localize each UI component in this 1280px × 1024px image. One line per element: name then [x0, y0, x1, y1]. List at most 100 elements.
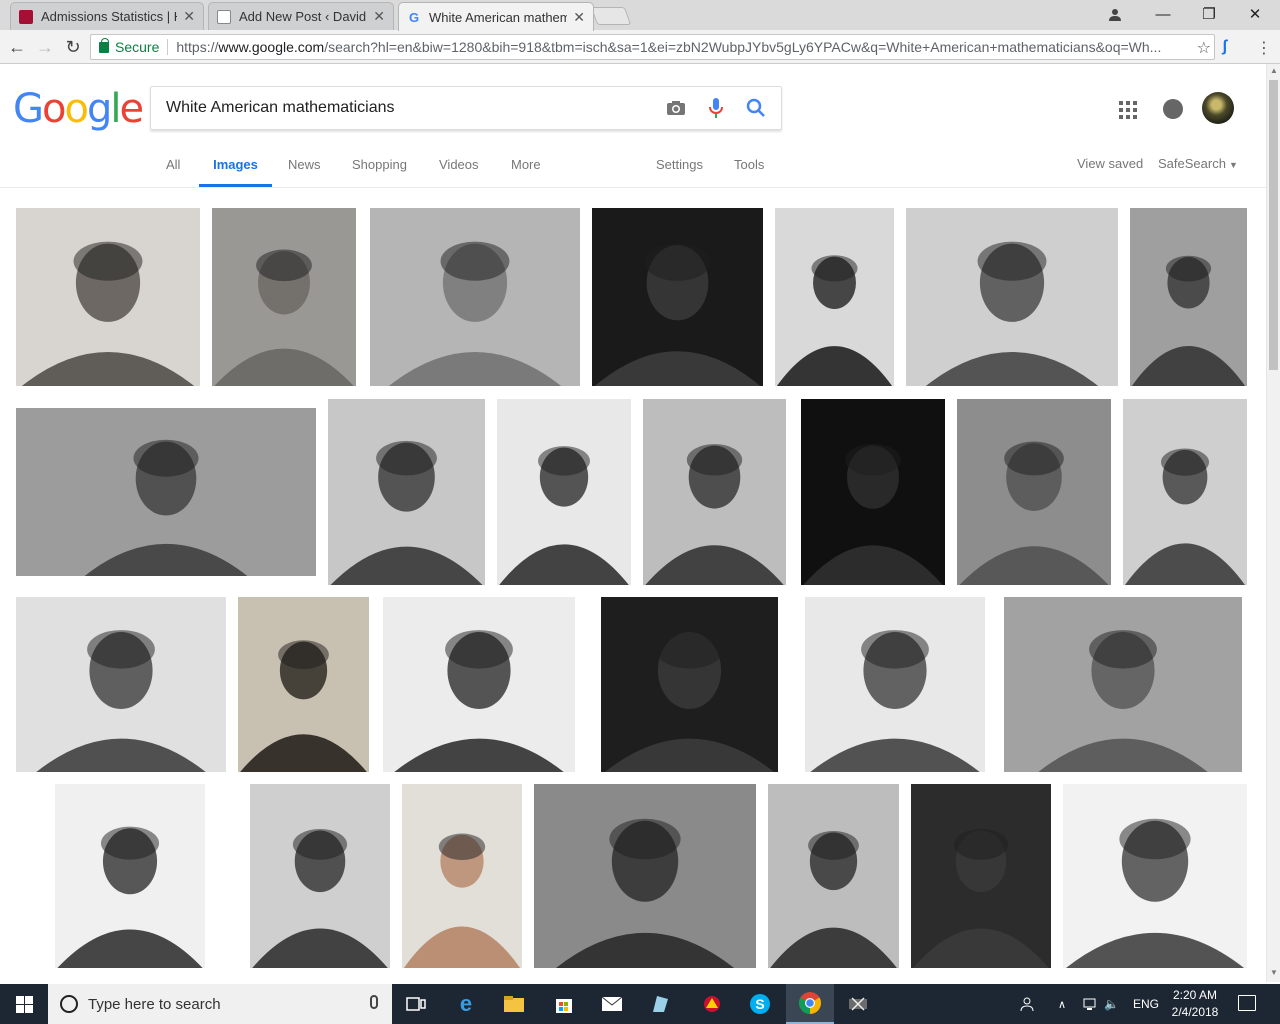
skype-icon[interactable]: S — [736, 984, 784, 1024]
browser-toolbar: ← → ↻ Secure https://www.google.com/sear… — [0, 30, 1280, 64]
image-result-thumbnail[interactable] — [16, 597, 226, 772]
cortana-icon — [60, 995, 78, 1013]
page-scrollbar[interactable]: ▲ ▼ — [1266, 64, 1280, 982]
taskbar-search-box[interactable]: Type here to search — [48, 984, 392, 1024]
action-center-icon[interactable] — [1238, 995, 1256, 1011]
scroll-thumb[interactable] — [1269, 80, 1278, 370]
tab-shopping[interactable]: Shopping — [352, 157, 407, 187]
clock[interactable]: 2:20 AM 2/4/2018 — [1160, 987, 1230, 1021]
image-result-thumbnail[interactable] — [643, 399, 786, 585]
search-query-text[interactable]: White American mathematicians — [166, 99, 661, 117]
image-result-thumbnail[interactable] — [911, 784, 1051, 968]
tab-images[interactable]: Images — [199, 157, 272, 187]
tray-chevron-up-icon[interactable]: ∧ — [1058, 984, 1066, 1024]
url-text[interactable]: https://www.google.com/search?hl=en&biw=… — [176, 39, 1214, 55]
image-result-thumbnail[interactable] — [370, 208, 580, 386]
tab-tools[interactable]: Tools — [734, 157, 764, 187]
image-result-thumbnail[interactable] — [55, 784, 205, 968]
bookmark-star-icon[interactable]: ☆ — [1197, 38, 1211, 58]
camera-icon[interactable] — [661, 93, 691, 123]
reload-icon[interactable]: ↻ — [61, 35, 85, 59]
apps-grid-icon[interactable] — [1119, 101, 1137, 119]
tab-news[interactable]: News — [288, 157, 321, 187]
tab-more[interactable]: More — [511, 157, 541, 187]
lock-icon — [99, 37, 109, 53]
image-result-thumbnail[interactable] — [16, 408, 316, 576]
search-tabs: All Images News Shopping Videos More Set… — [0, 156, 1266, 187]
google-logo[interactable]: Google — [13, 86, 144, 132]
extension-icon[interactable]: ʃ — [1222, 38, 1227, 56]
search-input[interactable]: White American mathematicians — [150, 86, 782, 130]
image-result-thumbnail[interactable] — [534, 784, 756, 968]
close-icon[interactable]: ✕ — [573, 9, 585, 26]
image-result-thumbnail[interactable] — [1130, 208, 1247, 386]
store-icon[interactable] — [540, 984, 588, 1024]
sticky-notes-icon[interactable] — [636, 984, 684, 1024]
image-result-thumbnail[interactable] — [601, 597, 778, 772]
language-indicator[interactable]: ENG — [1133, 984, 1159, 1024]
start-button[interactable] — [0, 984, 48, 1024]
microphone-icon[interactable] — [370, 995, 378, 1009]
image-result-thumbnail[interactable] — [592, 208, 763, 386]
document-icon — [217, 9, 231, 24]
safesearch-dropdown[interactable]: SafeSearch ▼ — [1158, 156, 1238, 186]
game-app-icon[interactable] — [688, 984, 736, 1024]
new-tab-button[interactable] — [590, 7, 632, 25]
edge-browser-icon[interactable]: e — [442, 984, 490, 1024]
image-results-grid — [0, 189, 1266, 981]
image-result-thumbnail[interactable] — [1123, 399, 1247, 585]
scroll-down-icon[interactable]: ▼ — [1269, 968, 1279, 977]
tab-title: White American mathem — [429, 9, 568, 25]
scroll-up-icon[interactable]: ▲ — [1269, 66, 1279, 75]
chrome-icon[interactable] — [786, 984, 834, 1024]
back-arrow-icon[interactable]: ← — [5, 35, 29, 59]
clock-time: 2:20 AM — [1172, 988, 1218, 1002]
avatar[interactable] — [1202, 92, 1234, 124]
menu-kebab-icon[interactable]: ⋮ — [1256, 38, 1272, 58]
image-result-thumbnail[interactable] — [957, 399, 1111, 585]
microphone-icon[interactable] — [701, 93, 731, 123]
image-result-thumbnail[interactable] — [402, 784, 522, 968]
network-icon[interactable] — [1082, 984, 1100, 1024]
image-result-thumbnail[interactable] — [1004, 597, 1242, 772]
tab-all[interactable]: All — [166, 157, 180, 187]
file-explorer-icon[interactable] — [490, 984, 538, 1024]
mail-icon[interactable] — [588, 984, 636, 1024]
forward-arrow-icon[interactable]: → — [33, 35, 57, 59]
image-result-thumbnail[interactable] — [250, 784, 390, 968]
minimize-button[interactable]: — — [1140, 0, 1186, 28]
close-icon[interactable]: ✕ — [183, 8, 195, 25]
image-result-thumbnail[interactable] — [212, 208, 356, 386]
image-result-thumbnail[interactable] — [801, 399, 945, 585]
image-result-thumbnail[interactable] — [383, 597, 575, 772]
tab-videos[interactable]: Videos — [439, 157, 479, 187]
tab-settings[interactable]: Settings — [656, 157, 703, 187]
image-result-thumbnail[interactable] — [805, 597, 985, 772]
secure-indicator[interactable]: Secure — [99, 37, 159, 55]
close-icon[interactable]: ✕ — [373, 8, 385, 25]
view-saved-link[interactable]: View saved — [1077, 156, 1143, 186]
image-result-thumbnail[interactable] — [497, 399, 631, 585]
address-bar[interactable]: Secure https://www.google.com/search?hl=… — [90, 34, 1215, 60]
notifications-bell-icon[interactable] — [1163, 99, 1183, 119]
close-window-button[interactable]: ✕ — [1232, 0, 1278, 28]
profile-icon[interactable] — [1092, 0, 1138, 28]
snipping-tool-icon[interactable] — [834, 984, 882, 1024]
browser-tab-active[interactable]: G White American mathem ✕ — [398, 2, 594, 31]
image-result-thumbnail[interactable] — [1063, 784, 1247, 968]
image-result-thumbnail[interactable] — [16, 208, 200, 386]
browser-tab[interactable]: Add New Post ‹ David Du ✕ — [208, 2, 394, 30]
image-result-thumbnail[interactable] — [906, 208, 1118, 386]
volume-icon[interactable]: 🔈 — [1104, 984, 1119, 1024]
logo-letter: e — [119, 86, 144, 132]
harvard-shield-icon — [19, 9, 33, 24]
search-icon[interactable] — [741, 93, 771, 123]
people-icon[interactable] — [1020, 984, 1038, 1024]
browser-tab[interactable]: Admissions Statistics | Ha ✕ — [10, 2, 204, 30]
image-result-thumbnail[interactable] — [238, 597, 369, 772]
image-result-thumbnail[interactable] — [328, 399, 485, 585]
image-result-thumbnail[interactable] — [768, 784, 899, 968]
task-view-icon[interactable] — [392, 984, 440, 1024]
restore-button[interactable]: ❐ — [1186, 0, 1232, 28]
image-result-thumbnail[interactable] — [775, 208, 894, 386]
